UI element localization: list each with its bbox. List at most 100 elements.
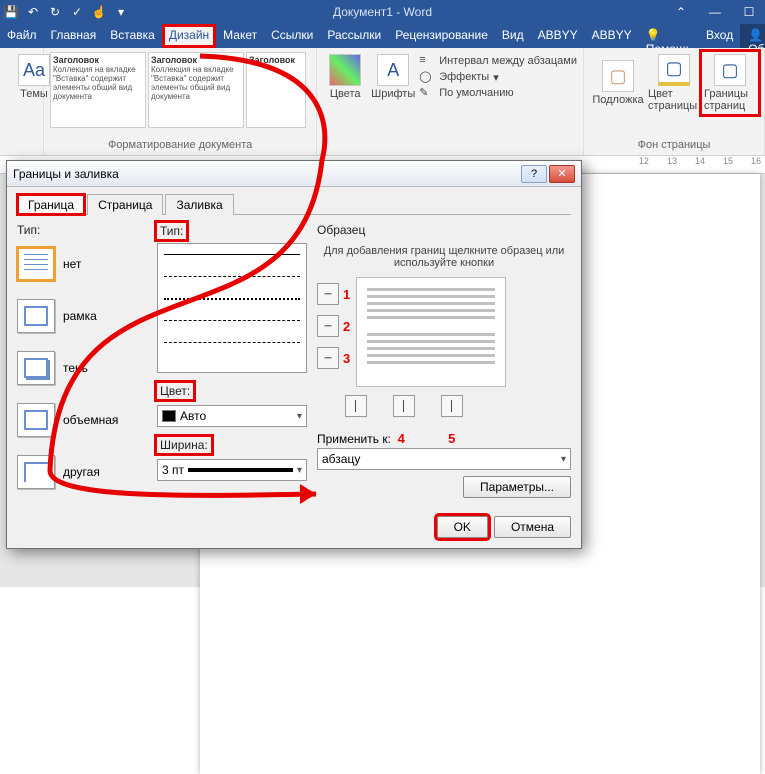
- borders-dialog: Границы и заливка ? ✕ Граница Страница З…: [6, 160, 582, 549]
- border-preview[interactable]: [356, 277, 506, 387]
- apply-to-dropdown[interactable]: абзацу▾: [317, 448, 571, 470]
- set-default-button[interactable]: ✎ По умолчанию: [419, 86, 577, 100]
- touch-icon[interactable]: ☝: [92, 5, 106, 19]
- tab-layout[interactable]: Макет: [216, 24, 264, 48]
- help-button[interactable]: 💡 Помощь: [639, 24, 699, 48]
- border-top-toggle[interactable]: ─: [317, 283, 339, 305]
- sample-label: Образец: [317, 223, 571, 237]
- effects-label: Эффекты: [439, 71, 489, 83]
- setting-label: Тип:: [17, 223, 147, 237]
- color-dropdown[interactable]: Авто ▾: [157, 405, 307, 427]
- window-title: Документ1 - Word: [333, 5, 432, 19]
- border-vmid-toggle[interactable]: │: [393, 395, 415, 417]
- border-left-toggle[interactable]: │: [345, 395, 367, 417]
- tab-view[interactable]: Вид: [495, 24, 531, 48]
- apply-label: Применить к:: [317, 432, 391, 446]
- dialog-tab-border[interactable]: Граница: [17, 194, 85, 215]
- tab-abbyy-1[interactable]: ABBYY: [531, 24, 585, 48]
- dialog-close-icon[interactable]: ✕: [549, 165, 575, 183]
- style-thumb[interactable]: ЗаголовокКоллекция на вкладке "Вставка" …: [148, 52, 244, 128]
- spelling-icon[interactable]: ✓: [70, 5, 84, 19]
- signin-link[interactable]: Вход: [699, 24, 740, 48]
- tab-design[interactable]: Дизайн: [162, 24, 216, 48]
- spacing-icon: ≡: [419, 54, 435, 68]
- paragraph-spacing-button[interactable]: ≡Интервал между абзацами: [419, 54, 577, 68]
- tab-review[interactable]: Рецензирование: [388, 24, 495, 48]
- width-value: 3 пт: [162, 463, 184, 477]
- setting-box[interactable]: рамка: [17, 299, 147, 333]
- style-thumb[interactable]: ЗаголовокКоллекция на вкладке "Вставка" …: [50, 52, 146, 128]
- fonts-button[interactable]: A Шрифты: [367, 52, 419, 102]
- annotation-num: 3: [343, 351, 350, 366]
- colors-label: Цвета: [330, 88, 361, 100]
- share-button[interactable]: 👤 Общий доступ: [740, 24, 765, 48]
- annotation-num: 2: [343, 319, 350, 334]
- page-color-label: Цвет страницы: [648, 88, 700, 112]
- minimize-icon[interactable]: —: [703, 5, 727, 19]
- setting-option-label: объемная: [63, 413, 118, 427]
- default-icon: ✎: [419, 86, 435, 100]
- qat-dropdown-icon[interactable]: ▾: [114, 5, 128, 19]
- colors-button[interactable]: Цвета: [323, 52, 367, 102]
- dialog-tab-page[interactable]: Страница: [87, 194, 163, 215]
- style-label: Тип:: [157, 223, 186, 239]
- chevron-down-icon: ▾: [297, 411, 302, 422]
- setting-shadow[interactable]: тень: [17, 351, 147, 385]
- maximize-icon[interactable]: ☐: [737, 5, 761, 19]
- border-bottom-toggle[interactable]: ─: [317, 347, 339, 369]
- undo-icon[interactable]: ↶: [26, 5, 40, 19]
- color-label: Цвет:: [157, 383, 193, 399]
- color-value: Авто: [180, 409, 206, 423]
- watermark-button[interactable]: ▢ Подложка: [590, 52, 646, 114]
- setting-option-label: другая: [63, 465, 100, 479]
- setting-option-label: тень: [63, 361, 88, 375]
- group-label-page-bg: Фон страницы: [590, 137, 758, 153]
- group-label-formatting: Форматирование документа: [50, 137, 310, 153]
- dialog-tabs: Граница Страница Заливка: [17, 193, 571, 215]
- page-borders-label: Границы страниц: [704, 88, 756, 112]
- tab-mailings[interactable]: Рассылки: [320, 24, 388, 48]
- dialog-tab-fill[interactable]: Заливка: [165, 194, 233, 215]
- tab-file[interactable]: Файл: [0, 24, 44, 48]
- apply-value: абзацу: [322, 452, 360, 466]
- ok-button[interactable]: OK: [437, 516, 488, 538]
- page-color-button[interactable]: ▢ Цвет страницы: [646, 52, 702, 114]
- dialog-help-icon[interactable]: ?: [521, 165, 547, 183]
- border-mid-toggle[interactable]: ─: [317, 315, 339, 337]
- effects-button[interactable]: ◯Эффекты ▾: [419, 70, 577, 84]
- effects-icon: ◯: [419, 70, 435, 84]
- fonts-icon: A: [377, 54, 409, 86]
- tab-insert[interactable]: Вставка: [103, 24, 162, 48]
- ribbon-options-icon[interactable]: ⌃: [669, 5, 693, 19]
- titlebar: 💾 ↶ ↻ ✓ ☝ ▾ Документ1 - Word ⌃ — ☐: [0, 0, 765, 24]
- tab-abbyy-2[interactable]: ABBYY: [585, 24, 639, 48]
- width-dropdown[interactable]: 3 пт ▾: [157, 459, 307, 481]
- ruler-tick: 12: [639, 156, 649, 166]
- style-listbox[interactable]: [157, 243, 307, 373]
- page-borders-button[interactable]: ▢ Границы страниц: [702, 52, 758, 114]
- chevron-down-icon: ▾: [297, 465, 302, 476]
- tab-home[interactable]: Главная: [44, 24, 104, 48]
- width-label: Ширина:: [157, 437, 211, 453]
- style-gallery[interactable]: ЗаголовокКоллекция на вкладке "Вставка" …: [50, 52, 310, 128]
- border-right-toggle[interactable]: │: [441, 395, 463, 417]
- colors-icon: [329, 54, 361, 86]
- ruler-tick: 15: [723, 156, 733, 166]
- setting-option-label: рамка: [63, 309, 97, 323]
- style-thumb[interactable]: Заголовок: [246, 52, 306, 128]
- redo-icon[interactable]: ↻: [48, 5, 62, 19]
- setting-custom[interactable]: другая: [17, 455, 147, 489]
- page-color-icon: ▢: [658, 54, 690, 86]
- default-label: По умолчанию: [439, 87, 513, 99]
- watermark-label: Подложка: [592, 94, 643, 106]
- annotation-num: 1: [343, 287, 350, 302]
- cancel-button[interactable]: Отмена: [494, 516, 571, 538]
- ruler-tick: 13: [667, 156, 677, 166]
- save-icon[interactable]: 💾: [4, 5, 18, 19]
- parameters-button[interactable]: Параметры...: [463, 476, 571, 498]
- setting-3d[interactable]: объемная: [17, 403, 147, 437]
- tab-references[interactable]: Ссылки: [264, 24, 320, 48]
- ruler-tick: 14: [695, 156, 705, 166]
- setting-none[interactable]: нет: [17, 247, 147, 281]
- dialog-titlebar[interactable]: Границы и заливка ? ✕: [7, 161, 581, 187]
